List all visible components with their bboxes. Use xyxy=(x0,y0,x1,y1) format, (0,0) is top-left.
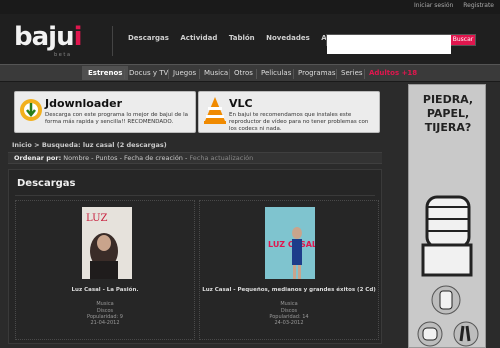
login-link[interactable]: Iniciar sesión xyxy=(414,2,453,9)
divider xyxy=(168,69,169,79)
vlc-icon xyxy=(204,97,226,124)
rock-hand-icon xyxy=(417,321,443,347)
fist-icon xyxy=(421,195,473,277)
nav-descargas[interactable]: Descargas xyxy=(128,34,169,42)
tab-otros[interactable]: Otros xyxy=(234,69,253,77)
divider xyxy=(229,69,230,79)
tab-programas[interactable]: Programas xyxy=(298,69,335,77)
category-nav: Estrenos Docus y TV Juegos Musica Otros … xyxy=(0,64,500,82)
download-date: 21-04-2012 xyxy=(90,320,120,326)
header: bajui b e t a Descargas Actividad Tablón… xyxy=(0,14,500,64)
download-card[interactable]: LUZ Luz Casal - La Pasión. Musica Discos… xyxy=(15,200,195,340)
tab-adultos[interactable]: Adultos +18 xyxy=(369,69,417,77)
tab-peliculas[interactable]: Peliculas xyxy=(261,69,291,77)
nav-actividad[interactable]: Actividad xyxy=(180,34,217,42)
nav-novedades[interactable]: Novedades xyxy=(266,34,310,42)
tab-docus-tv[interactable]: Docus y TV xyxy=(129,69,168,77)
tab-juegos[interactable]: Juegos xyxy=(173,69,196,77)
register-link[interactable]: Registrate xyxy=(463,2,494,9)
divider xyxy=(293,69,294,79)
promo-title: VLC xyxy=(229,97,253,110)
top-strip: Iniciar sesión Registrate xyxy=(0,0,500,14)
download-category: Musica xyxy=(96,301,114,307)
download-category: Musica xyxy=(280,301,298,307)
sort-puntos[interactable]: Puntos xyxy=(96,154,118,162)
paper-hand-icon xyxy=(431,285,461,315)
download-title[interactable]: Luz Casal - La Pasión. xyxy=(16,287,194,293)
sort-fecha-actualizacion[interactable]: Fecha actualización xyxy=(189,154,253,162)
promo-jdownloader[interactable]: Jdownloader Descarga con este programa l… xyxy=(14,91,196,133)
search-box: Buscar xyxy=(326,34,476,54)
download-card[interactable]: LUZ CASAL Luz Casal - Pequeños, medianos… xyxy=(199,200,379,340)
promo-title: Jdownloader xyxy=(45,97,123,110)
divider xyxy=(364,69,365,79)
breadcrumb: Inicio > Busqueda: luz casal (2 descarga… xyxy=(12,141,167,149)
album-cover: LUZ CASAL xyxy=(265,207,315,279)
scissors-hand-icon xyxy=(453,321,479,347)
sort-bar: Ordenar por: Nombre - Puntos - Fecha de … xyxy=(8,152,382,164)
svg-text:LUZ CASAL: LUZ CASAL xyxy=(268,240,315,249)
account-links: Iniciar sesión Registrate xyxy=(406,2,494,9)
search-input[interactable] xyxy=(327,43,451,54)
tab-musica[interactable]: Musica xyxy=(204,69,228,77)
sort-label: Ordenar por: xyxy=(14,154,62,162)
album-cover: LUZ xyxy=(82,207,132,279)
search-button[interactable]: Buscar xyxy=(451,35,475,45)
downloads-panel: Descargas LUZ Luz Casal - La Pasión. Mus… xyxy=(8,169,382,344)
nav-tablon[interactable]: Tablón xyxy=(229,34,255,42)
breadcrumb-home[interactable]: Inicio xyxy=(12,141,32,149)
tab-series[interactable]: Series xyxy=(341,69,363,77)
jdownloader-icon xyxy=(20,99,42,121)
main-nav: Descargas Actividad Tablón Novedades Ayu… xyxy=(128,34,355,42)
logo-accent: i xyxy=(73,22,83,52)
download-title[interactable]: Luz Casal - Pequeños, medianos y grandes… xyxy=(200,287,378,293)
svg-text:LUZ: LUZ xyxy=(86,213,108,224)
divider xyxy=(256,69,257,79)
header-divider xyxy=(112,26,113,56)
sort-fecha-creacion[interactable]: Fecha de creación xyxy=(124,154,183,162)
site-logo[interactable]: bajui xyxy=(14,22,82,52)
promo-description: En bajui te recomendamos que instales es… xyxy=(229,112,369,132)
breadcrumb-current: Busqueda: luz casal (2 descargas) xyxy=(41,141,167,149)
tab-estrenos[interactable]: Estrenos xyxy=(82,66,129,80)
logo-main: baju xyxy=(14,22,75,52)
main-content: Jdownloader Descarga con este programa l… xyxy=(8,82,398,348)
divider xyxy=(336,69,337,79)
sort-nombre[interactable]: Nombre xyxy=(63,154,89,162)
promo-vlc[interactable]: VLC En bajui te recomendamos que instale… xyxy=(198,91,380,133)
divider xyxy=(124,69,125,79)
promo-description: Descarga con este programa lo mejor de b… xyxy=(45,112,188,125)
divider xyxy=(199,69,200,79)
ad-headline: PIEDRA, PAPEL, TIJERA? xyxy=(422,93,474,134)
divider xyxy=(15,195,375,196)
logo-subtitle: b e t a xyxy=(54,52,71,58)
download-date: 24-03-2012 xyxy=(274,320,304,326)
advertisement-banner[interactable]: PIEDRA, PAPEL, TIJERA? xyxy=(408,84,486,348)
breadcrumb-separator: > xyxy=(34,141,40,149)
downloads-heading: Descargas xyxy=(17,178,76,189)
